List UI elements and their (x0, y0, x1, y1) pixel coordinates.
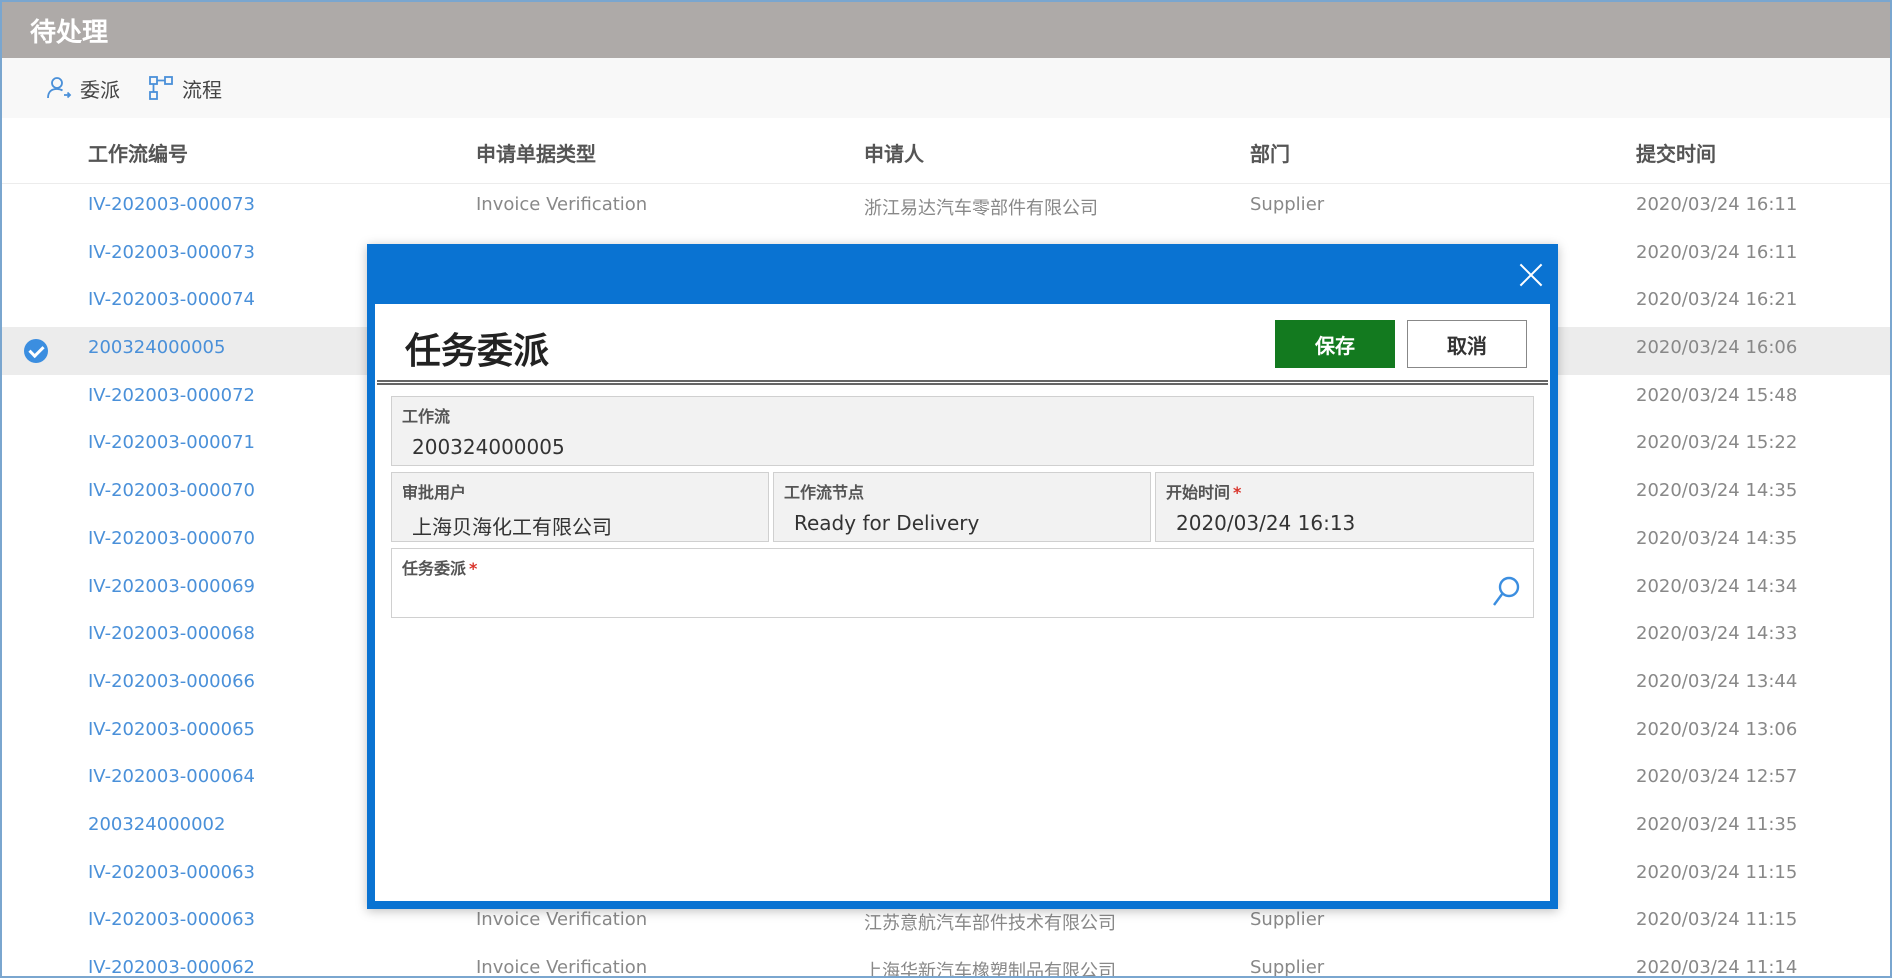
delegate-button[interactable]: 委派 (46, 72, 120, 104)
cell-time: 2020/03/24 11:14 (1636, 957, 1798, 978)
delegate-dialog: 任务委派 保存 取消 工作流 200324000005 审批用户 上海贝海化工有… (367, 244, 1558, 909)
cell-time: 2020/03/24 13:06 (1636, 718, 1798, 740)
column-header-applicant[interactable]: 申请人 (864, 138, 924, 167)
table-row[interactable]: IV-202003-000073 Invoice Verification 浙江易达… (2, 184, 1890, 232)
start-time-value: 2020/03/24 16:13 (1176, 511, 1356, 535)
cell-id[interactable]: IV-202003-000068 (88, 623, 255, 644)
cell-time: 2020/03/24 16:11 (1636, 241, 1798, 263)
close-icon[interactable] (1518, 262, 1544, 288)
page-title: 待处理 (30, 18, 109, 48)
workflow-label: 工作流 (402, 407, 451, 426)
cell-time: 2020/03/24 15:48 (1636, 384, 1798, 406)
cell-type: Invoice Verification (476, 909, 648, 931)
cell-id[interactable]: IV-202003-000070 (88, 528, 255, 549)
cell-applicant: 上海华新汽车橡塑制品有限公司 (864, 961, 1116, 978)
cell-time: 2020/03/24 16:06 (1636, 337, 1798, 359)
start-time-label: 开始时间 * (1166, 479, 1241, 503)
cell-id[interactable]: IV-202003-000070 (88, 480, 255, 501)
delegate-label: 任务委派 * (402, 555, 477, 579)
workflow-icon (148, 75, 174, 101)
cell-time: 2020/03/24 16:11 (1636, 194, 1798, 215)
toolbar: 委派 流程 (2, 58, 1890, 118)
cell-id[interactable]: IV-202003-000064 (88, 766, 255, 787)
cell-time: 2020/03/24 14:35 (1636, 480, 1798, 502)
delegate-button-label: 委派 (80, 77, 120, 102)
user-assign-icon (46, 75, 72, 101)
cell-id[interactable]: IV-202003-000073 (88, 242, 255, 263)
column-header-workflow-id[interactable]: 工作流编号 (88, 138, 188, 167)
cell-id[interactable]: IV-202003-000073 (88, 194, 255, 215)
cell-time: 2020/03/24 14:35 (1636, 527, 1798, 549)
cell-id[interactable]: 200324000005 (88, 337, 225, 358)
cell-dept: Supplier (1250, 909, 1325, 931)
cell-id[interactable]: IV-202003-000063 (88, 909, 255, 930)
delegate-input[interactable]: 任务委派 * (391, 548, 1534, 618)
cell-time: 2020/03/24 14:33 (1636, 623, 1798, 645)
workflow-node-label: 工作流节点 (784, 483, 865, 502)
cancel-button[interactable]: 取消 (1407, 320, 1527, 368)
column-header-department[interactable]: 部门 (1250, 138, 1290, 167)
cell-time: 2020/03/24 13:44 (1636, 670, 1798, 692)
required-mark: * (1233, 483, 1242, 502)
cell-id[interactable]: 200324000002 (88, 814, 225, 835)
cell-id[interactable]: IV-202003-000071 (88, 432, 255, 453)
cell-id[interactable]: IV-202003-000063 (88, 862, 255, 883)
cell-id[interactable]: IV-202003-000065 (88, 719, 255, 740)
app-header: 待处理 (2, 2, 1890, 58)
cell-time: 2020/03/24 15:22 (1636, 432, 1798, 454)
start-time-field[interactable]: 开始时间 * 2020/03/24 16:13 (1155, 472, 1534, 542)
cell-type: Invoice Verification (476, 957, 648, 978)
workflow-field: 工作流 200324000005 (391, 396, 1534, 466)
column-header-doc-type[interactable]: 申请单据类型 (476, 138, 596, 167)
cell-time: 2020/03/24 11:15 (1636, 909, 1798, 931)
approver-field: 审批用户 上海贝海化工有限公司 (391, 472, 769, 542)
workflow-node-value: Ready for Delivery (794, 511, 980, 535)
table-header: 工作流编号 申请单据类型 申请人 部门 提交时间 (2, 118, 1890, 184)
approver-label: 审批用户 (402, 483, 467, 502)
flow-button[interactable]: 流程 (148, 72, 222, 104)
column-header-submit-time[interactable]: 提交时间 (1636, 138, 1716, 167)
cell-time: 2020/03/24 12:57 (1636, 766, 1798, 788)
cell-applicant: 江苏意航汽车部件技术有限公司 (864, 913, 1116, 935)
cell-dept: Supplier (1250, 194, 1325, 215)
cell-id[interactable]: IV-202003-000069 (88, 576, 255, 597)
selected-check-icon[interactable] (24, 339, 48, 364)
cell-id[interactable]: IV-202003-000062 (88, 957, 255, 978)
cell-time: 2020/03/24 11:15 (1636, 861, 1798, 883)
start-time-label-text: 开始时间 (1166, 483, 1231, 502)
search-icon[interactable] (1491, 575, 1521, 609)
cell-time: 2020/03/24 14:34 (1636, 575, 1798, 597)
delegate-label-text: 任务委派 (402, 559, 467, 578)
cell-id[interactable]: IV-202003-000072 (88, 385, 255, 406)
save-button[interactable]: 保存 (1275, 320, 1395, 368)
workflow-value: 200324000005 (412, 435, 565, 459)
cell-applicant: 浙江易达汽车零部件有限公司 (864, 198, 1098, 219)
cell-time: 2020/03/24 11:35 (1636, 813, 1798, 835)
workflow-node-field: 工作流节点 Ready for Delivery (773, 472, 1151, 542)
dialog-title: 任务委派 (405, 331, 550, 372)
cell-id[interactable]: IV-202003-000066 (88, 671, 255, 692)
cell-id[interactable]: IV-202003-000074 (88, 289, 255, 310)
cell-type: Invoice Verification (476, 194, 648, 215)
flow-button-label: 流程 (182, 77, 222, 102)
title-divider (377, 380, 1548, 385)
required-mark: * (469, 559, 478, 578)
cell-dept: Supplier (1250, 957, 1325, 978)
table-row[interactable]: IV-202003-000062 Invoice Verification 上海华新… (2, 947, 1890, 978)
dialog-body: 任务委派 保存 取消 工作流 200324000005 审批用户 上海贝海化工有… (375, 304, 1550, 901)
cell-time: 2020/03/24 16:21 (1636, 289, 1798, 311)
approver-value: 上海贝海化工有限公司 (412, 515, 612, 539)
